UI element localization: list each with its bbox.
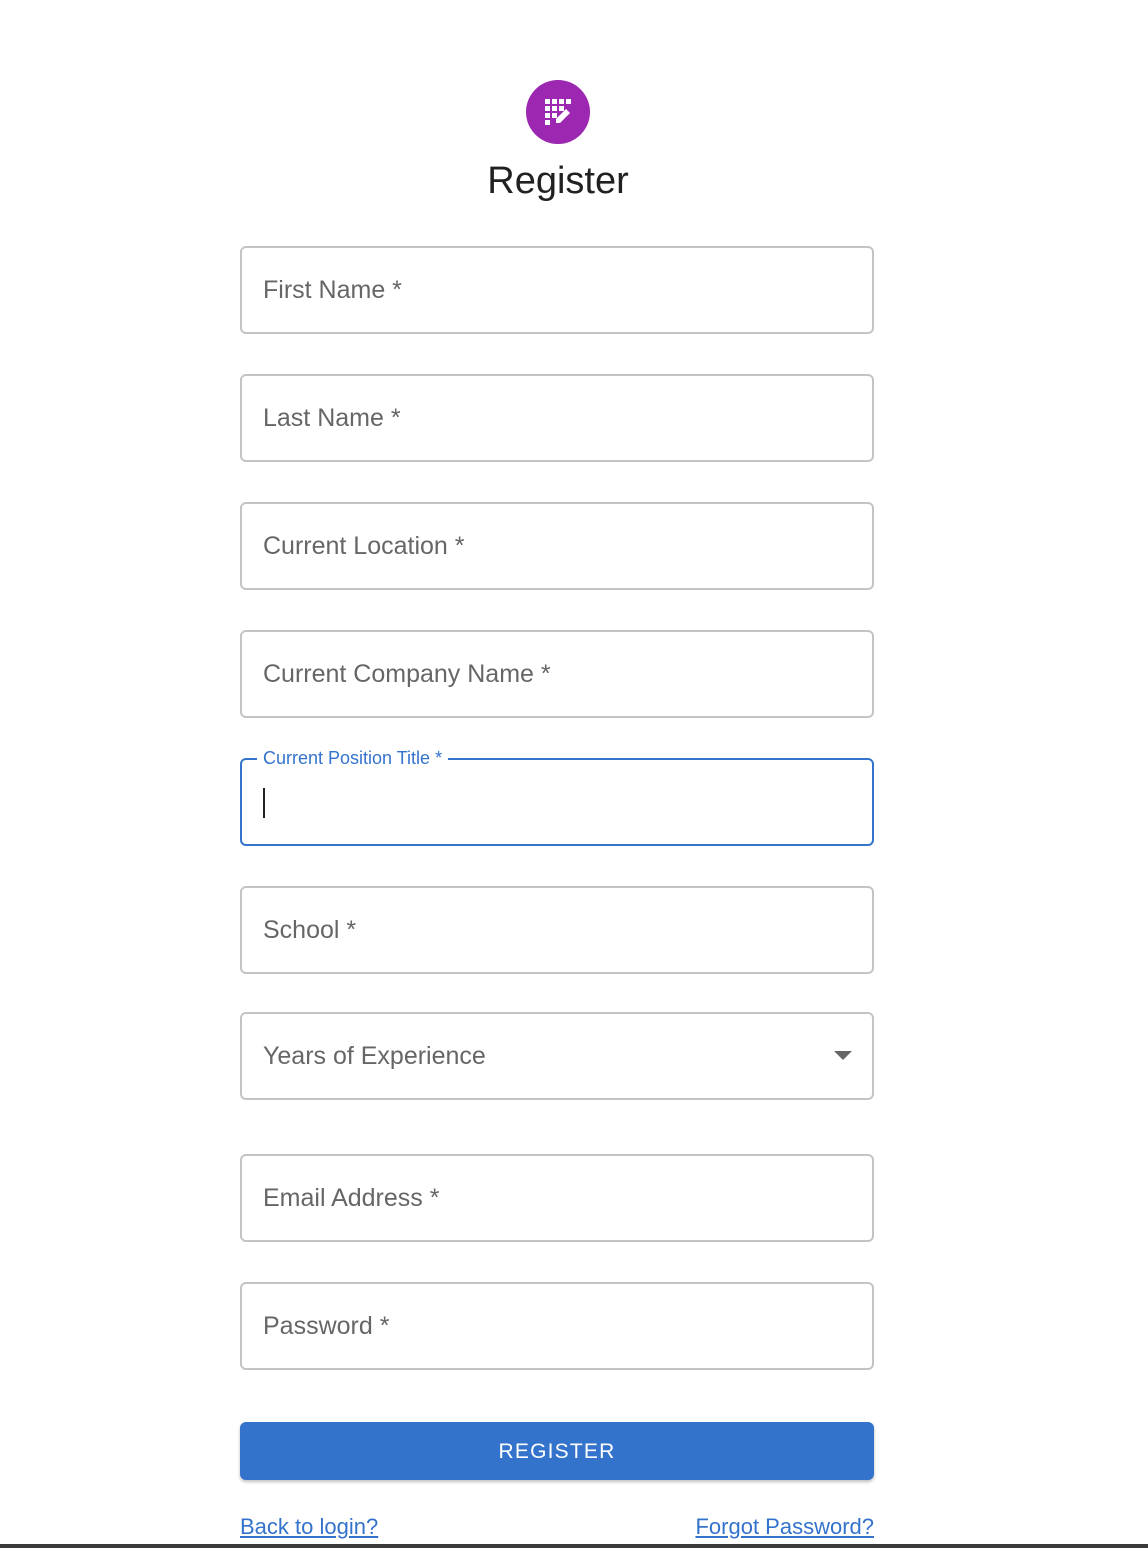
back-to-login-link[interactable]: Back to login? <box>240 1512 378 1542</box>
last-name-label: Last Name * <box>263 404 401 432</box>
text-cursor <box>263 788 265 818</box>
register-form-icon <box>545 99 571 125</box>
register-button[interactable]: REGISTER <box>240 1422 874 1480</box>
email-address-field[interactable]: Email Address * <box>240 1154 874 1242</box>
current-company-name-field[interactable]: Current Company Name * <box>240 630 874 718</box>
current-location-field[interactable]: Current Location * <box>240 502 874 590</box>
password-field[interactable]: Password * <box>240 1282 874 1370</box>
register-avatar <box>526 80 590 144</box>
chevron-down-icon <box>834 1051 852 1060</box>
email-address-label: Email Address * <box>263 1184 440 1212</box>
school-label: School * <box>263 916 357 944</box>
forgot-password-link[interactable]: Forgot Password? <box>695 1512 874 1542</box>
current-location-label: Current Location * <box>263 532 465 560</box>
current-position-title-label: Current Position Title * <box>257 746 449 770</box>
window-bottom-edge <box>0 1544 1148 1548</box>
years-of-experience-select[interactable]: Years of Experience <box>240 1012 874 1100</box>
register-page: Register First Name * Last Name * Curren… <box>0 0 1148 1548</box>
password-label: Password * <box>263 1312 390 1340</box>
school-field[interactable]: School * <box>240 886 874 974</box>
current-position-title-field[interactable]: Current Position Title * <box>240 746 874 846</box>
first-name-label: First Name * <box>263 276 402 304</box>
last-name-field[interactable]: Last Name * <box>240 374 874 462</box>
years-of-experience-label: Years of Experience <box>263 1042 486 1070</box>
current-company-name-label: Current Company Name * <box>263 660 551 688</box>
page-title: Register <box>487 160 629 202</box>
first-name-field[interactable]: First Name * <box>240 246 874 334</box>
